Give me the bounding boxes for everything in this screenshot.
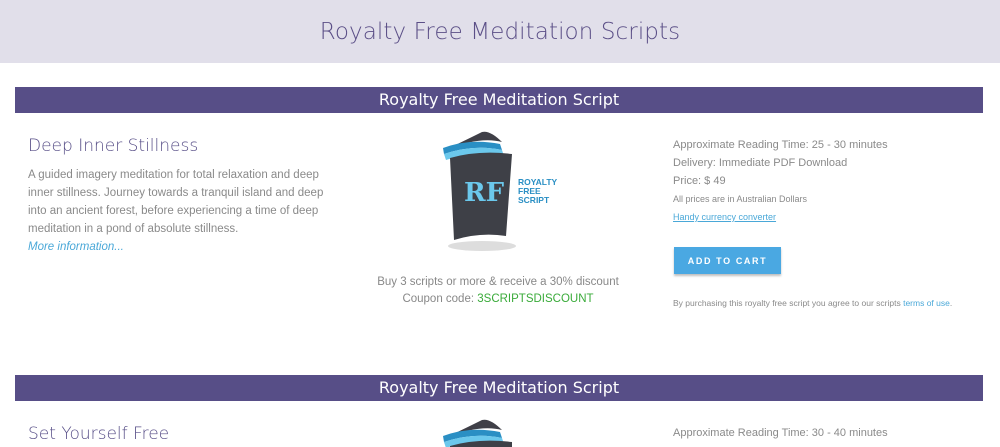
- product-details: Approximate Reading Time: 30 - 40 minute…: [673, 424, 983, 442]
- product-banner: Royalty Free Meditation Script: [15, 375, 983, 401]
- rf-logo-icon: [440, 416, 565, 447]
- product-card: Royalty Free Meditation Script Set Yours…: [0, 0, 1000, 447]
- product-title: Set Yourself Free: [28, 424, 170, 444]
- reading-time: Approximate Reading Time: 30 - 40 minute…: [673, 427, 888, 439]
